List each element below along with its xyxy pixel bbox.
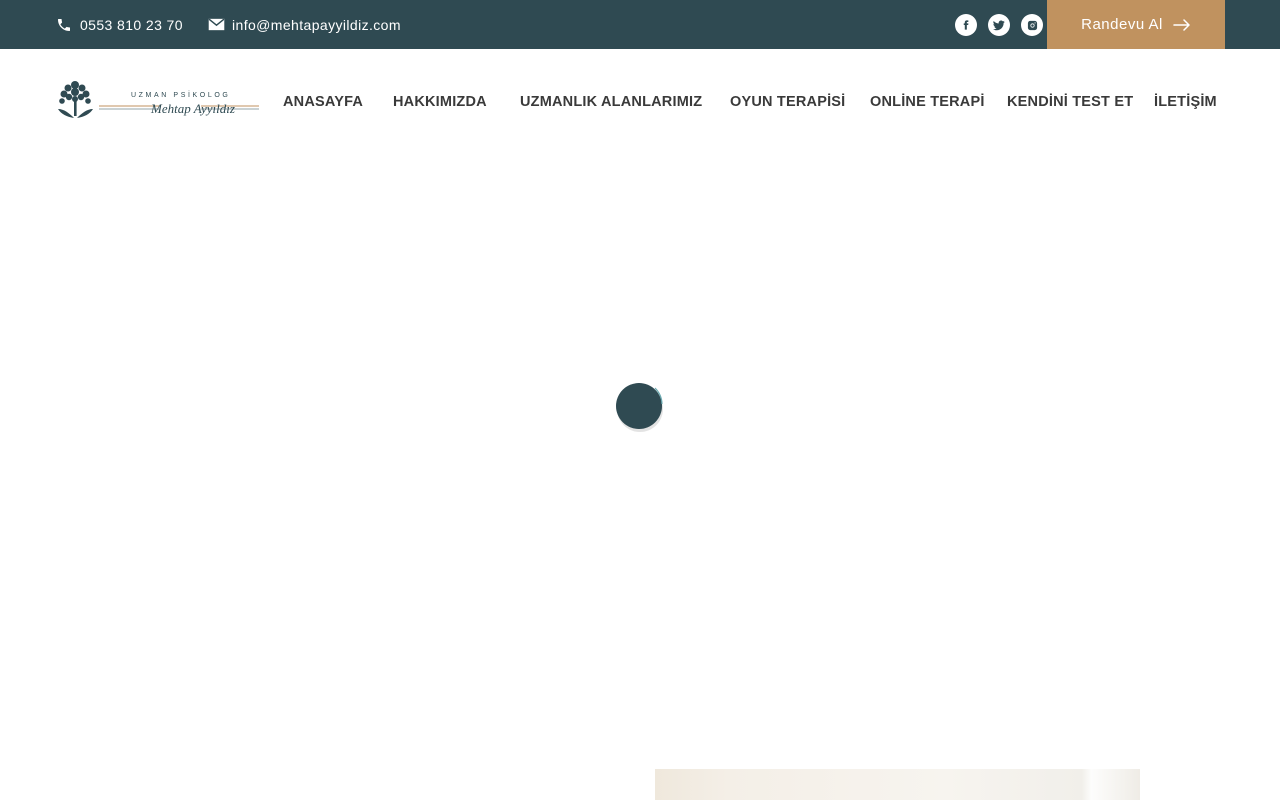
nav-item-play-therapy[interactable]: OYUN TERAPİSİ [730,94,845,110]
nav-item-home[interactable]: ANASAYFA [283,94,363,110]
appointment-button[interactable]: Randevu Al [1047,0,1225,49]
email-address: info@mehtapayyildiz.com [232,16,401,33]
instagram-icon[interactable] [1021,14,1043,36]
phone-number: 0553 810 23 70 [80,16,183,33]
phone-link[interactable]: 0553 810 23 70 [55,0,183,49]
appointment-button-label: Randevu Al [1081,16,1163,33]
mail-icon [207,16,225,34]
arrow-right-icon [1173,18,1190,31]
main-nav: ANASAYFA HAKKIMIZDA UZMANLIK ALANLARIMIZ… [0,49,1280,157]
nav-item-self-test[interactable]: KENDİNİ TEST ET [1007,94,1133,110]
main-header: UZMAN PSİKOLOG Mehtap Ayyıldız ANASAYFA … [0,49,1280,157]
loading-spinner [615,382,665,432]
facebook-icon[interactable] [955,14,977,36]
social-links [955,14,1054,36]
nav-item-online-therapy[interactable]: ONLİNE TERAPİ [870,94,985,110]
phone-icon [55,16,73,34]
twitter-icon[interactable] [988,14,1010,36]
nav-item-contact[interactable]: İLETİŞİM [1154,94,1217,110]
email-link[interactable]: info@mehtapayyildiz.com [207,0,401,49]
nav-item-about[interactable]: HAKKIMIZDA [393,94,487,110]
hero-image [655,769,1140,800]
top-bar: 0553 810 23 70 info@mehtapayyildiz.com R… [0,0,1280,49]
nav-item-specialties[interactable]: UZMANLIK ALANLARIMIZ [520,94,702,110]
